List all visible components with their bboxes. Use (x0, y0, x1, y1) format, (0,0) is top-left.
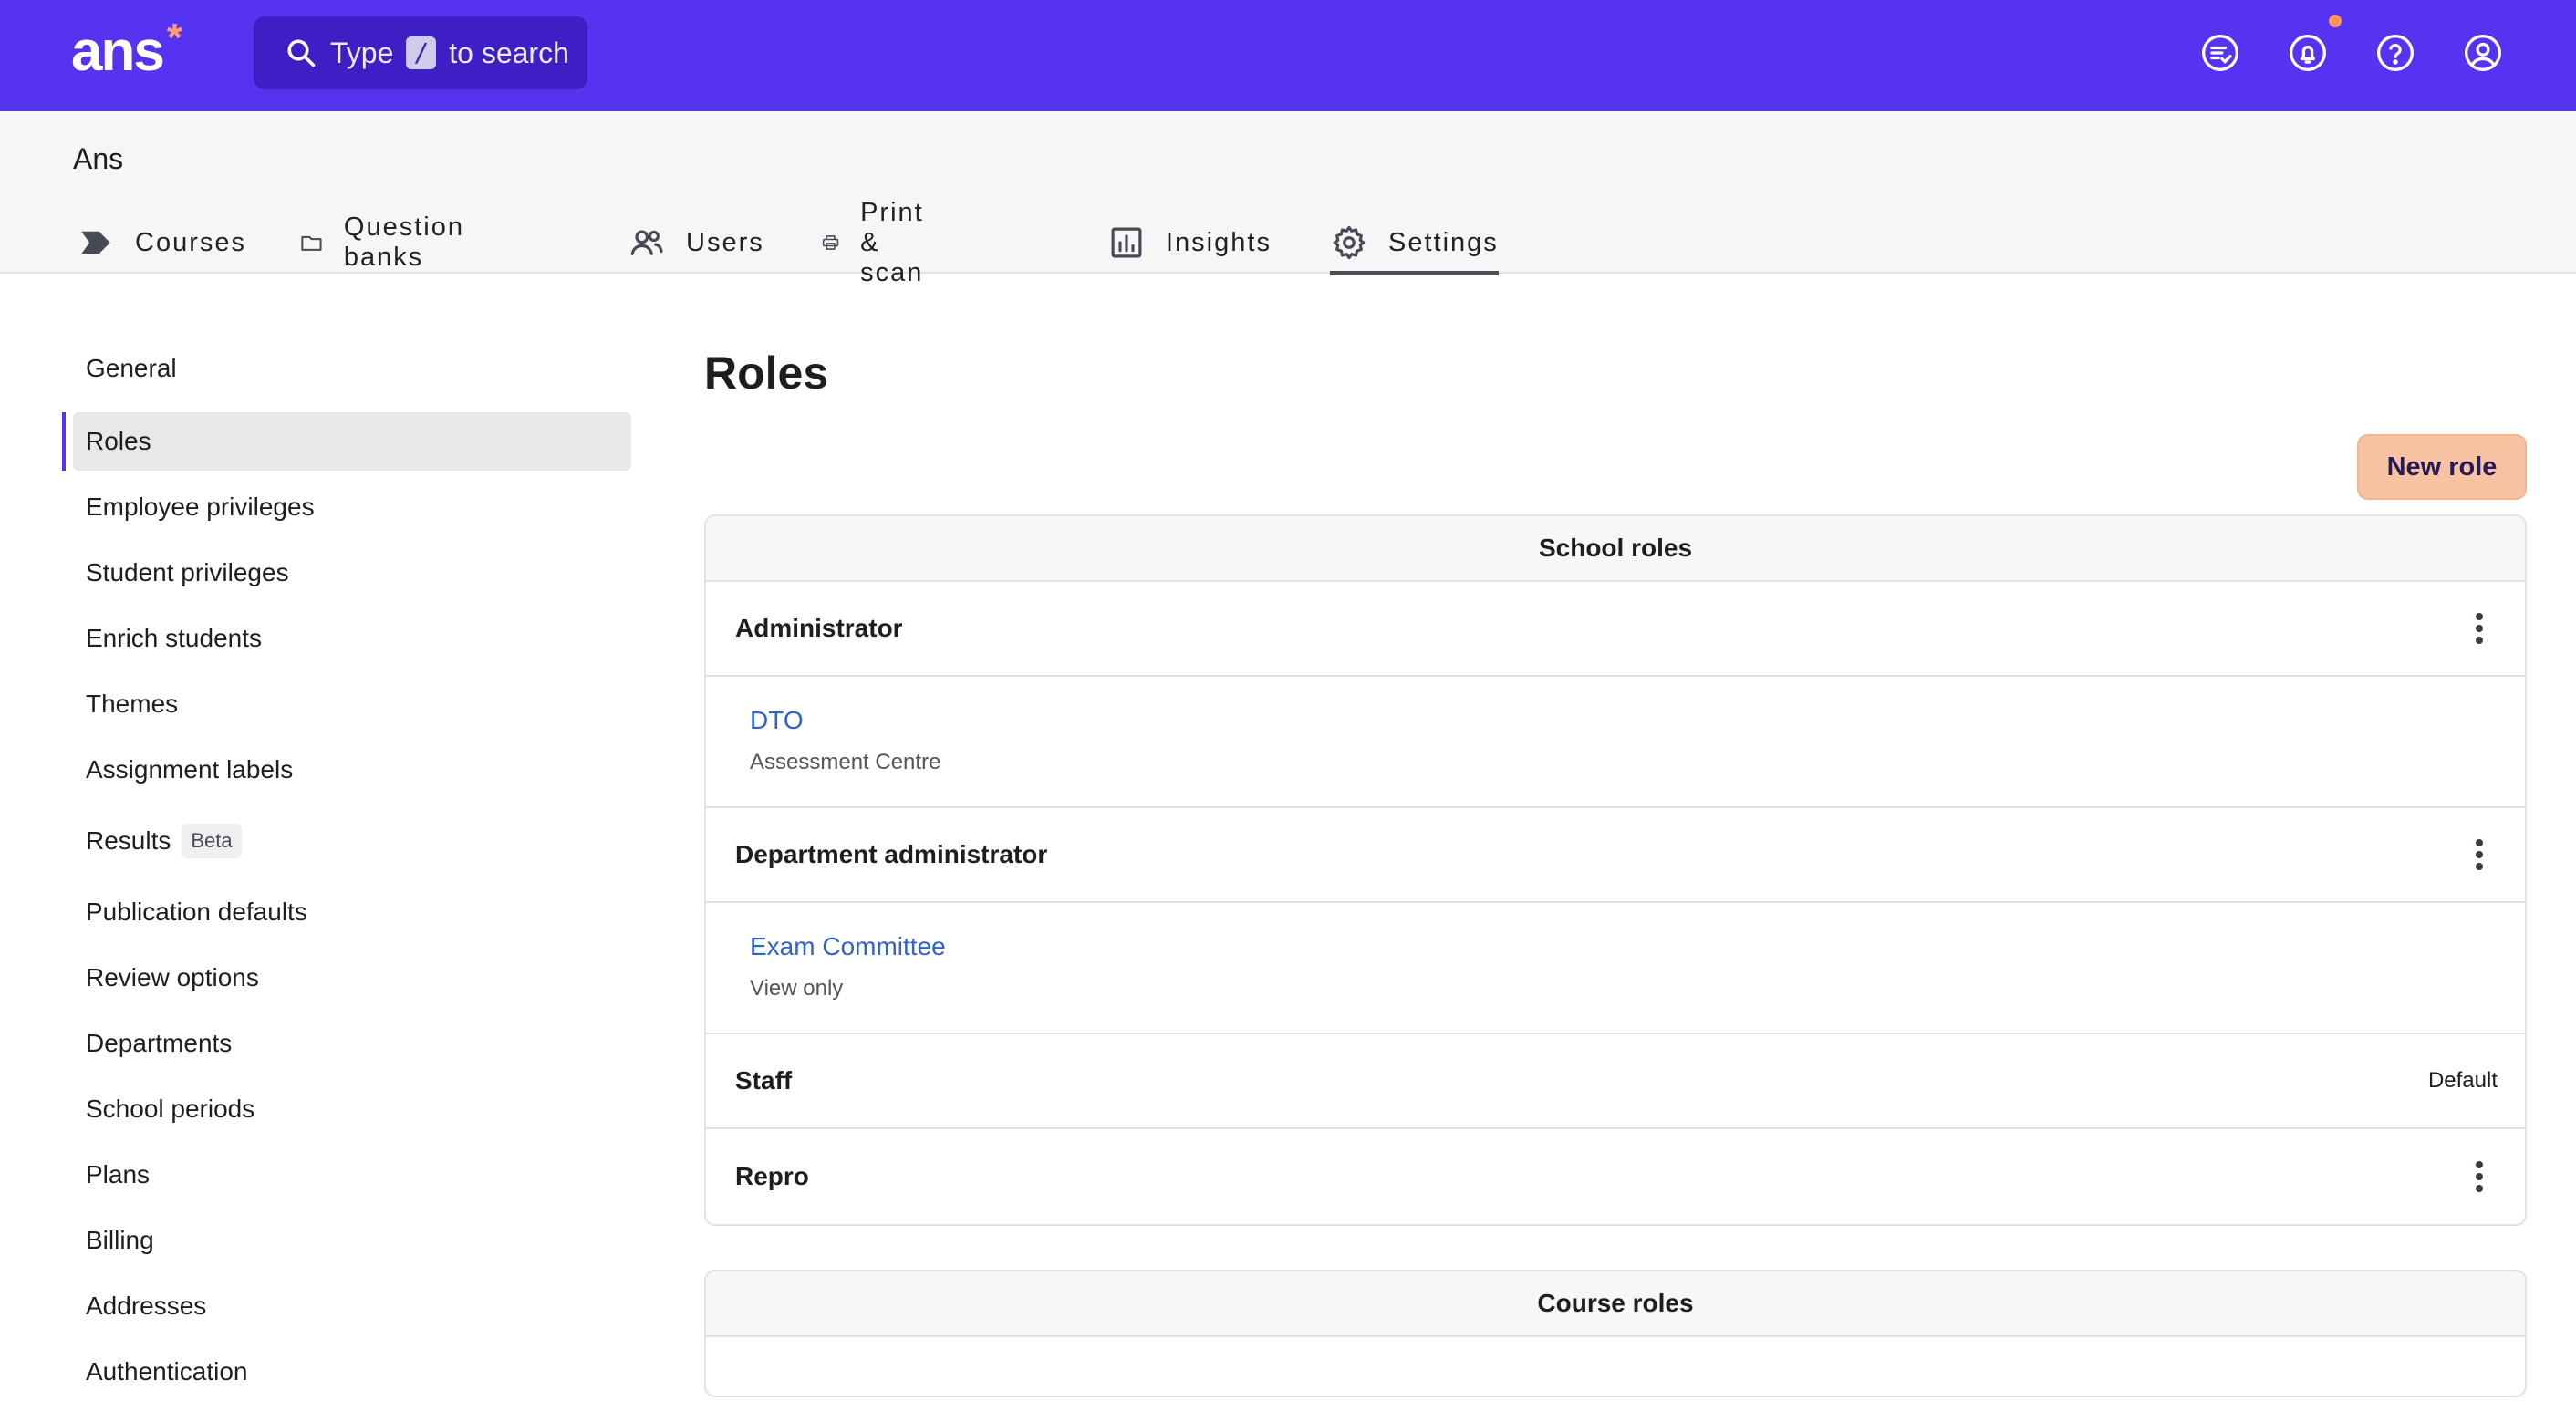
role-scope-description: View only (750, 976, 844, 1001)
role-row-repro[interactable]: Repro (706, 1129, 2525, 1224)
users-icon (630, 230, 663, 255)
chart-icon (1111, 227, 1142, 258)
role-name: Repro (735, 1162, 809, 1190)
org-name: Ans (73, 142, 124, 175)
sidebar-item-departments[interactable]: Departments (73, 1014, 631, 1073)
tab-label: Courses (135, 227, 246, 257)
role-scope: DTO Assessment Centre (706, 677, 2525, 808)
role-name: Department administrator (735, 840, 1048, 868)
tab-users[interactable]: Users (628, 212, 764, 274)
sidebar-item-billing[interactable]: Billing (73, 1211, 631, 1270)
sidebar-item-themes[interactable]: Themes (73, 675, 631, 733)
school-roles-panel: School roles Administrator DTO Assessmen… (704, 514, 2527, 1226)
ans-logo[interactable]: ans * (71, 16, 182, 84)
sidebar-item-school-periods[interactable]: School periods (73, 1080, 631, 1138)
printer-icon (822, 235, 839, 250)
active-indicator (62, 412, 66, 471)
new-role-button[interactable]: New role (2357, 434, 2527, 500)
sidebar-item-enrich-students[interactable]: Enrich students (73, 609, 631, 668)
course-roles-header: Course roles (706, 1271, 2525, 1337)
org-header: Ans Courses Question banks Users Print &… (0, 111, 2576, 287)
tab-label: Settings (1388, 227, 1499, 257)
sidebar-item-label: Review options (86, 963, 259, 991)
page-title: Roles (704, 348, 829, 399)
role-row-staff[interactable]: Staff Default (706, 1034, 2525, 1129)
sidebar-item-label: Assignment labels (86, 755, 294, 784)
school-roles-header: School roles (706, 516, 2525, 582)
sidebar-item-label: Results (86, 826, 171, 855)
tab-label: Insights (1166, 227, 1272, 257)
role-row-administrator[interactable]: Administrator (706, 582, 2525, 677)
sidebar-item-label: Departments (86, 1029, 233, 1057)
sidebar-item-employee-privileges[interactable]: Employee privileges (73, 478, 631, 536)
role-row-department-administrator[interactable]: Department administrator (706, 808, 2525, 903)
tab-label: Users (686, 227, 764, 257)
sidebar-item-label: Plans (86, 1160, 151, 1188)
notification-dot (2329, 15, 2342, 27)
gear-icon (1333, 225, 1366, 260)
tab-question-banks[interactable]: Question banks (299, 212, 478, 274)
sidebar-item-review-options[interactable]: Review options (73, 949, 631, 1007)
tab-print-scan[interactable]: Print & scan (821, 198, 943, 287)
search-suffix: to search (449, 36, 569, 69)
sidebar-item-label: Billing (86, 1226, 154, 1254)
account-icon[interactable] (2463, 33, 2503, 73)
sidebar-item-assignment-labels[interactable]: Assignment labels (73, 741, 631, 799)
search-prefix: Type (330, 36, 394, 69)
role-scope: Exam Committee View only (706, 903, 2525, 1034)
sidebar-item-roles[interactable]: Roles (73, 412, 631, 471)
sidebar-item-label: Themes (86, 690, 179, 718)
sidebar-item-label: School periods (86, 1095, 255, 1123)
help-icon[interactable] (2375, 33, 2415, 73)
sidebar-item-publication-defaults[interactable]: Publication defaults (73, 883, 631, 941)
bell-icon[interactable] (2288, 33, 2328, 73)
sidebar-item-label: Authentication (86, 1357, 248, 1385)
logo-mark: * (166, 16, 182, 60)
sidebar-item-label: Roles (86, 427, 151, 455)
folder-icon (301, 235, 322, 251)
course-roles-panel: Course roles (704, 1270, 2527, 1397)
tab-label: Print & scan (860, 197, 924, 287)
task-list-icon[interactable] (2200, 33, 2240, 73)
sidebar-item-addresses[interactable]: Addresses (73, 1277, 631, 1335)
sidebar-item-label: Student privileges (86, 558, 289, 586)
tab-label: Question banks (343, 213, 464, 272)
role-scope-link[interactable]: Exam Committee (750, 932, 2525, 961)
more-options-icon[interactable] (2461, 836, 2498, 873)
sidebar-item-label: General (86, 354, 177, 382)
role-scope-link[interactable]: DTO (750, 706, 2525, 735)
more-options-icon[interactable] (2461, 1158, 2498, 1195)
tab-courses[interactable]: Courses (77, 212, 246, 274)
tab-settings[interactable]: Settings (1330, 212, 1499, 275)
logo-text: ans (71, 20, 165, 83)
sidebar-item-label: Publication defaults (86, 898, 307, 926)
sidebar-item-authentication[interactable]: Authentication (73, 1343, 631, 1401)
role-name: Staff (735, 1066, 793, 1095)
sidebar-item-student-privileges[interactable]: Student privileges (73, 544, 631, 602)
role-name: Administrator (735, 614, 903, 642)
sidebar-item-general[interactable]: General (73, 339, 631, 398)
sidebar-item-results[interactable]: Results Beta (73, 812, 631, 870)
search-shortcut-key: / (406, 36, 437, 69)
sidebar-item-plans[interactable]: Plans (73, 1146, 631, 1204)
more-options-icon[interactable] (2461, 610, 2498, 647)
beta-badge: Beta (182, 824, 242, 858)
courses-icon (81, 231, 110, 254)
sidebar-item-label: Enrich students (86, 624, 262, 652)
sidebar-item-label: Addresses (86, 1292, 207, 1320)
tab-insights[interactable]: Insights (1107, 212, 1272, 274)
top-bar: ans * Type / to search (0, 0, 2576, 111)
search-input[interactable]: Type / to search (254, 16, 587, 89)
role-scope-description: Assessment Centre (750, 750, 941, 774)
sidebar-item-label: Employee privileges (86, 493, 315, 521)
default-badge: Default (2427, 1068, 2498, 1093)
search-icon (287, 39, 316, 67)
